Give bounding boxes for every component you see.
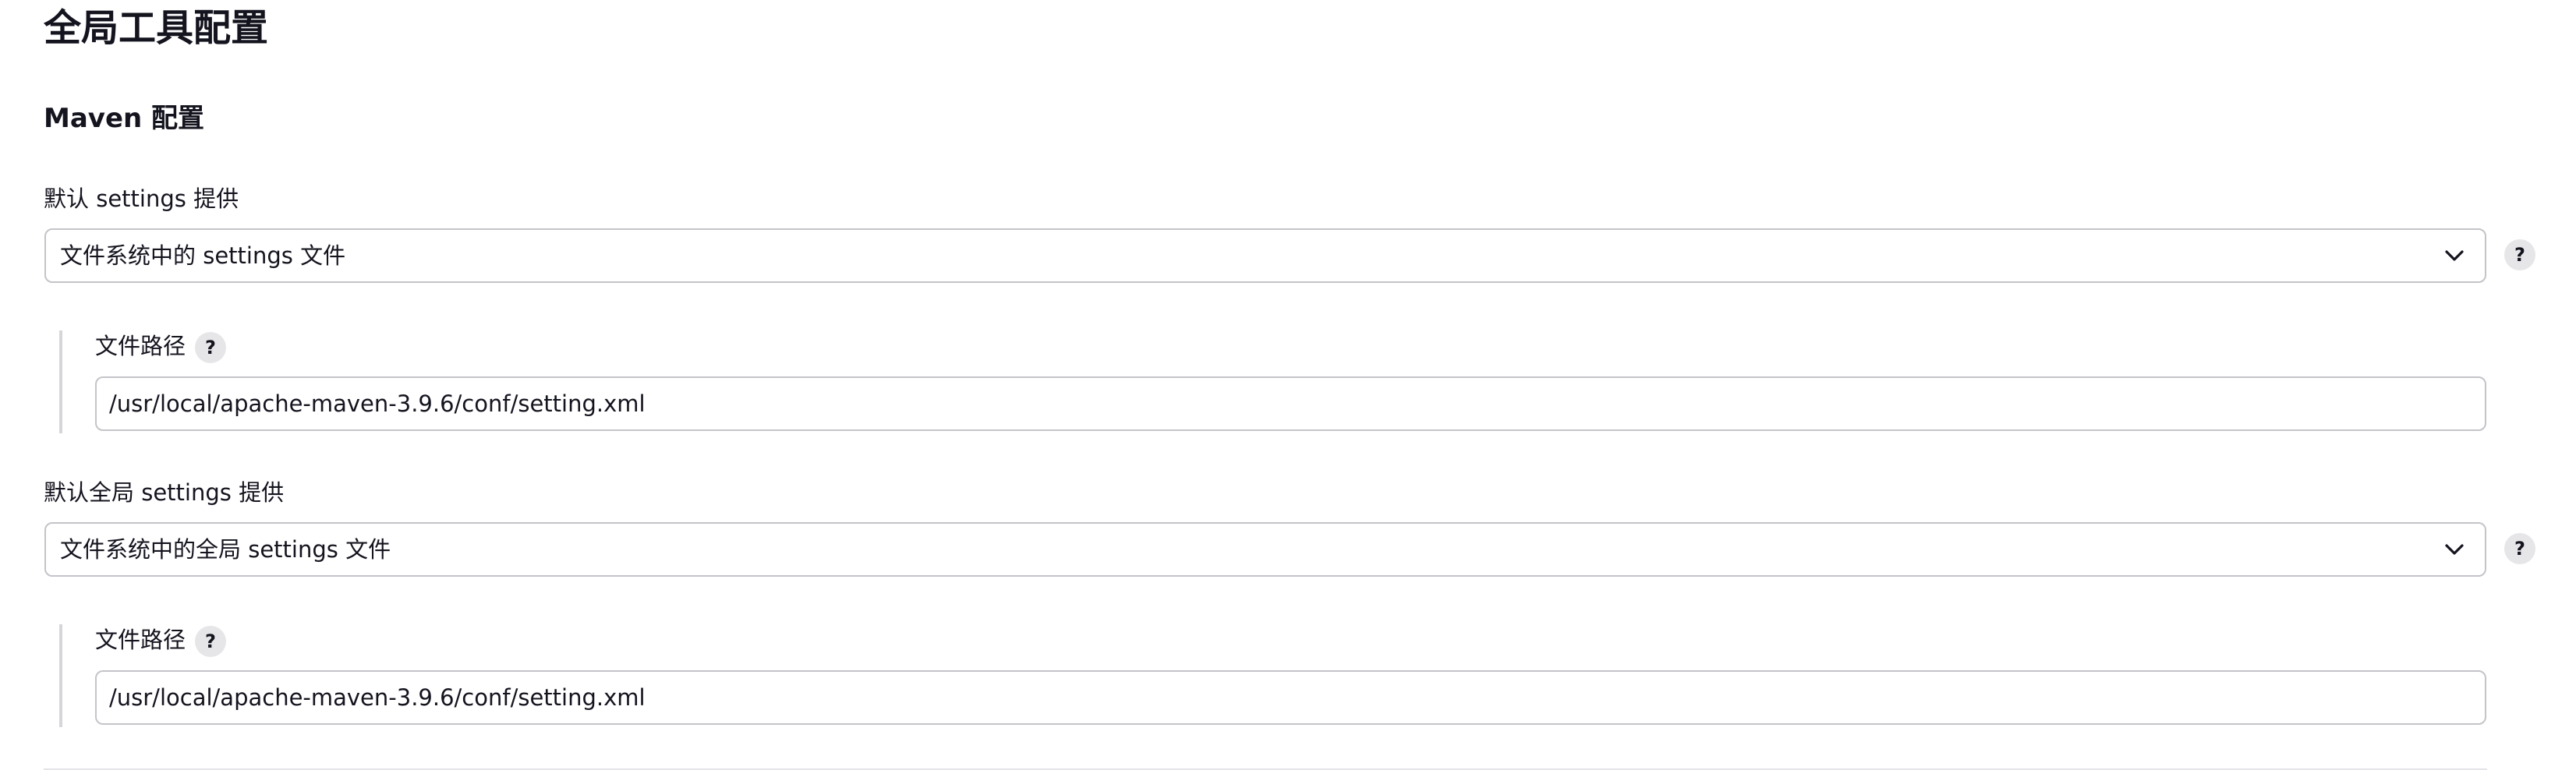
settings-file-path-label: 文件路径	[95, 333, 186, 359]
maven-section-title: Maven 配置	[44, 103, 205, 134]
global-settings-provider-help-icon[interactable]: ?	[2504, 533, 2535, 564]
global-settings-file-path-input[interactable]	[95, 670, 2486, 725]
global-settings-provider-select[interactable]: 文件系统中的全局 settings 文件	[44, 522, 2486, 577]
global-settings-provider-selected-value: 文件系统中的全局 settings 文件	[60, 536, 391, 563]
chevron-down-icon	[2445, 544, 2464, 555]
settings-nested-indicator	[59, 330, 62, 433]
global-settings-provider-label: 默认全局 settings 提供	[44, 479, 285, 506]
global-settings-file-path-label: 文件路径	[95, 627, 186, 653]
page-title: 全局工具配置	[44, 6, 269, 50]
settings-provider-select[interactable]: 文件系统中的 settings 文件	[44, 228, 2486, 283]
settings-file-path-input[interactable]	[95, 376, 2486, 431]
global-settings-file-path-help-icon[interactable]: ?	[195, 626, 226, 657]
global-settings-nested-indicator	[59, 624, 62, 727]
settings-provider-help-icon[interactable]: ?	[2504, 239, 2535, 270]
chevron-down-icon	[2445, 250, 2464, 261]
settings-provider-selected-value: 文件系统中的 settings 文件	[60, 242, 346, 269]
settings-file-path-help-icon[interactable]: ?	[195, 332, 226, 363]
global-tool-configuration-page: 全局工具配置 Maven 配置 默认 settings 提供 文件系统中的 se…	[0, 0, 2576, 770]
settings-provider-label: 默认 settings 提供	[44, 185, 239, 212]
